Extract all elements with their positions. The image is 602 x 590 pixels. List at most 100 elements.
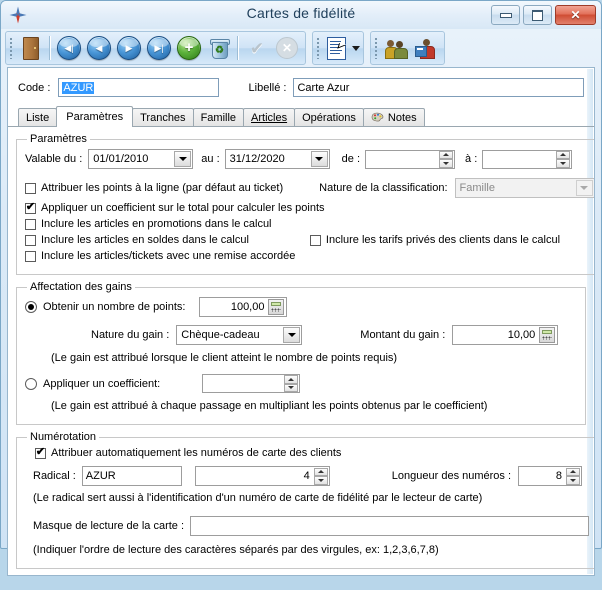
validate-button[interactable]: ✔ <box>242 33 272 63</box>
nature-classification-value: Famille <box>460 182 495 194</box>
a-spinner[interactable] <box>482 150 572 169</box>
maximize-button[interactable] <box>523 5 552 25</box>
spinner-up-icon[interactable] <box>439 151 453 160</box>
checkbox-label: Inclure les articles/tickets avec une re… <box>41 250 295 262</box>
valable-du-value: 01/01/2010 <box>93 153 148 165</box>
add-record-button[interactable]: + <box>174 33 204 63</box>
chevron-down-icon[interactable] <box>311 151 328 167</box>
application-window: Cartes de fidélité ✕ ◀| ◀ ▶ <box>0 0 602 549</box>
spinner-down-icon[interactable] <box>439 159 453 168</box>
nature-gain-label: Nature du gain : <box>91 329 169 341</box>
longueur-label: Longueur des numéros : <box>392 470 511 482</box>
customers-button[interactable] <box>381 33 411 63</box>
tab-tranches[interactable]: Tranches <box>132 108 193 126</box>
first-record-button[interactable]: ◀| <box>54 33 84 63</box>
group-numerotation: Numérotation ✔ Attribuer automatiquement… <box>16 431 594 569</box>
tab-famille[interactable]: Famille <box>193 108 244 126</box>
radio-obtenir-points[interactable] <box>25 301 37 313</box>
tab-parametres[interactable]: Paramètres <box>56 106 133 127</box>
spinner-down-icon[interactable] <box>556 159 570 168</box>
radical-counter-spinner[interactable]: 4 <box>195 466 330 486</box>
first-record-icon: ◀| <box>57 36 81 60</box>
tab-liste[interactable]: Liste <box>18 108 57 126</box>
chevron-down-icon[interactable] <box>283 327 300 343</box>
two-people-icon <box>385 38 407 59</box>
toolbar-grip[interactable] <box>9 37 13 59</box>
next-record-button[interactable]: ▶ <box>114 33 144 63</box>
longueur-spinner[interactable]: 8 <box>518 466 582 486</box>
toolbar-grip-3[interactable] <box>374 37 378 59</box>
de-spinner[interactable] <box>365 150 455 169</box>
tab-label: Articles <box>251 112 287 124</box>
tab-label: Opérations <box>302 112 356 124</box>
report-list-button[interactable] <box>323 33 349 63</box>
checkbox-label: Inclure les tarifs privés des clients da… <box>326 234 560 246</box>
calculator-icon[interactable] <box>268 299 284 315</box>
checkbox-auto-numbers[interactable]: ✔ <box>35 448 46 459</box>
radio-appliquer-coefficient[interactable] <box>25 378 37 390</box>
nature-classification-select[interactable]: Famille <box>455 178 594 198</box>
obtenir-points-value: 100,00 <box>231 301 265 313</box>
checkbox-label: Attribuer les points à la ligne (par déf… <box>41 182 283 194</box>
tab-label: Tranches <box>140 112 185 124</box>
note-coefficient: (Le gain est attribué à chaque passage e… <box>51 400 487 412</box>
tab-notes[interactable]: Notes <box>363 108 425 126</box>
tab-articles[interactable]: Articles <box>243 108 295 126</box>
previous-record-button[interactable]: ◀ <box>84 33 114 63</box>
code-label: Code : <box>18 82 50 94</box>
checkbox-articles-promotions[interactable] <box>25 219 36 230</box>
close-button[interactable]: ✕ <box>555 5 596 25</box>
spinner-down-icon[interactable] <box>284 384 298 393</box>
spinner-up-icon[interactable] <box>314 468 328 477</box>
status-bar <box>1 582 601 590</box>
longueur-value: 8 <box>519 470 566 482</box>
au-input[interactable]: 31/12/2020 <box>225 149 330 169</box>
checkbox-points-a-la-ligne[interactable] <box>25 183 36 194</box>
cancel-button[interactable]: ✕ <box>272 33 302 63</box>
calculator-icon[interactable] <box>539 327 555 343</box>
note-masque: (Indiquer l'ordre de lecture des caractè… <box>33 544 439 556</box>
checkbox-articles-soldes[interactable] <box>25 235 36 246</box>
toolbar-group-navigation: ◀| ◀ ▶ ▶| + ♻ ✔ ✕ <box>5 31 306 65</box>
spinner-up-icon[interactable] <box>284 375 298 384</box>
obtenir-points-input[interactable]: 100,00 <box>199 297 287 317</box>
delete-record-button[interactable]: ♻ <box>204 33 234 63</box>
radical-value: AZUR <box>86 470 116 482</box>
minimize-button[interactable] <box>491 5 520 25</box>
spinner-up-icon[interactable] <box>566 468 580 477</box>
checkbox-coefficient-total[interactable]: ✔ <box>25 203 36 214</box>
palette-icon <box>371 112 384 124</box>
montant-gain-input[interactable]: 10,00 <box>452 325 558 345</box>
chevron-down-icon[interactable] <box>576 180 593 196</box>
radical-input[interactable]: AZUR <box>82 466 182 486</box>
spinner-up-icon[interactable] <box>556 151 570 160</box>
code-input[interactable]: AZUR <box>58 78 218 97</box>
libelle-value: Carte Azur <box>297 82 349 94</box>
valable-du-input[interactable]: 01/01/2010 <box>88 149 193 169</box>
appliquer-coef-spinner[interactable] <box>202 374 300 393</box>
chevron-down-icon[interactable] <box>352 46 360 51</box>
tab-bar: Liste Paramètres Tranches Famille Articl… <box>8 105 594 127</box>
masque-input[interactable] <box>190 516 589 536</box>
next-record-icon: ▶ <box>117 36 141 60</box>
nature-gain-select[interactable]: Chèque-cadeau <box>176 325 302 345</box>
toolbar: ◀| ◀ ▶ ▶| + ♻ ✔ ✕ <box>1 29 601 67</box>
close-icon: ✕ <box>570 9 580 21</box>
exit-door-button[interactable] <box>16 33 46 63</box>
group-parametres: Paramètres Valable du : 01/01/2010 au : … <box>16 133 594 275</box>
note-radical: (Le radical sert aussi à l'identificatio… <box>33 492 482 504</box>
checkbox-remise-accordee[interactable] <box>25 251 36 262</box>
toolbar-separator <box>49 36 51 60</box>
chevron-down-icon[interactable] <box>174 151 191 167</box>
checkbox-tarifs-prives[interactable] <box>310 235 321 246</box>
toolbar-grip-2[interactable] <box>316 37 320 59</box>
spinner-down-icon[interactable] <box>314 476 328 485</box>
spinner-down-icon[interactable] <box>566 476 580 485</box>
tab-operations[interactable]: Opérations <box>294 108 364 126</box>
libelle-input[interactable]: Carte Azur <box>293 78 584 97</box>
last-record-button[interactable]: ▶| <box>144 33 174 63</box>
valable-du-label: Valable du : <box>25 153 82 165</box>
note-points: (Le gain est attribué lorsque le client … <box>51 352 397 364</box>
nature-gain-value: Chèque-cadeau <box>181 329 259 341</box>
customer-card-button[interactable] <box>411 33 441 63</box>
